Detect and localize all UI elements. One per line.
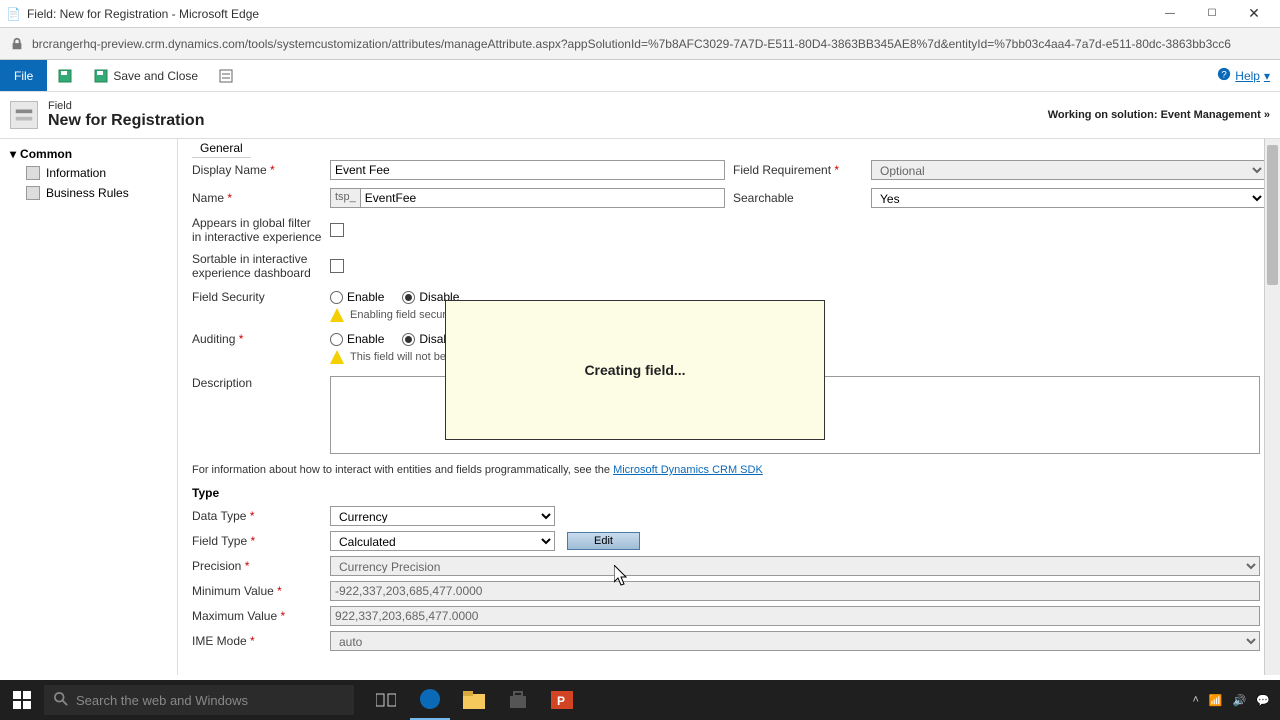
data-type-label: Data Type — [192, 509, 322, 523]
creating-field-modal: Creating field... — [445, 300, 825, 440]
max-value-label: Maximum Value — [192, 609, 322, 623]
properties-button[interactable] — [208, 60, 244, 91]
data-type-select[interactable]: Currency — [330, 506, 555, 526]
field-icon — [10, 101, 38, 129]
security-disable-radio[interactable] — [402, 291, 415, 304]
auditing-disable-radio[interactable] — [402, 333, 415, 346]
search-placeholder: Search the web and Windows — [76, 693, 248, 708]
modal-message: Creating field... — [584, 362, 685, 378]
warning-icon — [330, 350, 344, 364]
sdk-link[interactable]: Microsoft Dynamics CRM SDK — [613, 464, 763, 476]
precision-label: Precision — [192, 559, 322, 573]
properties-icon — [218, 68, 234, 84]
max-value-input[interactable] — [330, 606, 1260, 626]
network-icon[interactable]: 📶 — [1209, 694, 1223, 707]
powerpoint-icon[interactable]: P — [542, 680, 582, 720]
info-text: For information about how to interact wi… — [192, 464, 1260, 476]
search-icon — [54, 692, 68, 709]
start-button[interactable] — [0, 680, 44, 720]
display-name-label: Display Name — [192, 163, 322, 177]
page-title: New for Registration — [48, 112, 204, 130]
cursor-icon — [614, 565, 632, 592]
save-icon — [57, 68, 73, 84]
type-heading: Type — [192, 486, 1260, 500]
min-value-label: Minimum Value — [192, 584, 322, 598]
close-button[interactable]: ✕ — [1234, 2, 1274, 26]
file-explorer-icon[interactable] — [454, 680, 494, 720]
scroll-thumb[interactable] — [1267, 145, 1278, 285]
edit-button[interactable]: Edit — [567, 532, 640, 550]
maximize-button[interactable]: ☐ — [1192, 2, 1232, 26]
page-header: Field New for Registration Working on so… — [0, 92, 1280, 139]
security-enable-radio[interactable] — [330, 291, 343, 304]
name-label: Name — [192, 191, 322, 205]
ime-mode-label: IME Mode — [192, 634, 322, 648]
entity-type-label: Field — [48, 100, 204, 112]
sidebar-item-information[interactable]: Information — [0, 163, 177, 183]
sidebar: ▾ Common Information Business Rules — [0, 139, 178, 675]
field-requirement-select[interactable]: Optional — [871, 160, 1266, 180]
taskbar: Search the web and Windows P ˄ 📶 🔊 💬 — [0, 680, 1280, 720]
searchable-label: Searchable — [733, 191, 863, 205]
address-text[interactable]: brcrangerhq-preview.crm.dynamics.com/too… — [32, 37, 1231, 51]
name-prefix: tsp_ — [330, 188, 360, 208]
save-close-label: Save and Close — [113, 69, 198, 83]
display-name-input[interactable] — [330, 160, 725, 180]
task-view-button[interactable] — [366, 680, 406, 720]
save-close-icon — [93, 68, 109, 84]
window-title: Field: New for Registration - Microsoft … — [27, 7, 259, 21]
lock-icon — [10, 37, 24, 51]
sidebar-item-business-rules[interactable]: Business Rules — [0, 183, 177, 203]
field-type-label: Field Type — [192, 534, 322, 548]
svg-text:P: P — [557, 694, 565, 708]
sortable-checkbox[interactable] — [330, 259, 344, 273]
save-button[interactable] — [47, 60, 83, 91]
taskbar-search[interactable]: Search the web and Windows — [44, 685, 354, 715]
edge-taskbar-icon[interactable] — [410, 680, 450, 720]
solution-label: Working on solution: Event Management » — [1048, 109, 1270, 121]
minimize-button[interactable]: — — [1150, 2, 1190, 26]
field-type-select[interactable]: Calculated — [330, 531, 555, 551]
ime-mode-select[interactable]: auto — [330, 631, 1260, 651]
help-icon: ? — [1217, 67, 1231, 84]
tab-general[interactable]: General — [192, 139, 251, 158]
address-bar: brcrangerhq-preview.crm.dynamics.com/too… — [0, 28, 1280, 60]
warning-icon — [330, 308, 344, 322]
min-value-input[interactable] — [330, 581, 1260, 601]
name-input[interactable] — [360, 188, 725, 208]
searchable-select[interactable]: Yes — [871, 188, 1266, 208]
info-icon — [26, 166, 40, 180]
precision-select[interactable]: Currency Precision — [330, 556, 1260, 576]
volume-icon[interactable]: 🔊 — [1233, 694, 1247, 707]
auditing-label: Auditing — [192, 332, 322, 346]
window-titlebar: 📄 Field: New for Registration - Microsof… — [0, 0, 1280, 28]
global-filter-checkbox[interactable] — [330, 223, 344, 237]
sortable-label: Sortable in interactive experience dashb… — [192, 252, 322, 280]
store-icon[interactable] — [498, 680, 538, 720]
auditing-enable-radio[interactable] — [330, 333, 343, 346]
rules-icon — [26, 186, 40, 200]
global-filter-label: Appears in global filter in interactive … — [192, 216, 322, 244]
sidebar-section-common[interactable]: ▾ Common — [0, 145, 177, 163]
file-menu[interactable]: File — [0, 60, 47, 91]
svg-text:?: ? — [1222, 70, 1227, 81]
description-label: Description — [192, 376, 322, 454]
chevron-down-icon: ▾ — [1264, 69, 1270, 83]
chevron-down-icon: ▾ — [10, 147, 16, 161]
save-and-close-button[interactable]: Save and Close — [83, 60, 208, 91]
page-icon: 📄 — [6, 7, 21, 21]
notifications-icon[interactable]: 💬 — [1256, 694, 1270, 707]
field-requirement-label: Field Requirement — [733, 163, 863, 177]
help-label: Help — [1235, 69, 1260, 83]
field-security-label: Field Security — [192, 290, 322, 304]
tray-chevron-icon[interactable]: ˄ — [1192, 694, 1198, 706]
command-bar: File Save and Close ? Help ▾ — [0, 60, 1280, 92]
help-link[interactable]: ? Help ▾ — [1217, 67, 1270, 84]
vertical-scrollbar[interactable] — [1264, 139, 1280, 675]
